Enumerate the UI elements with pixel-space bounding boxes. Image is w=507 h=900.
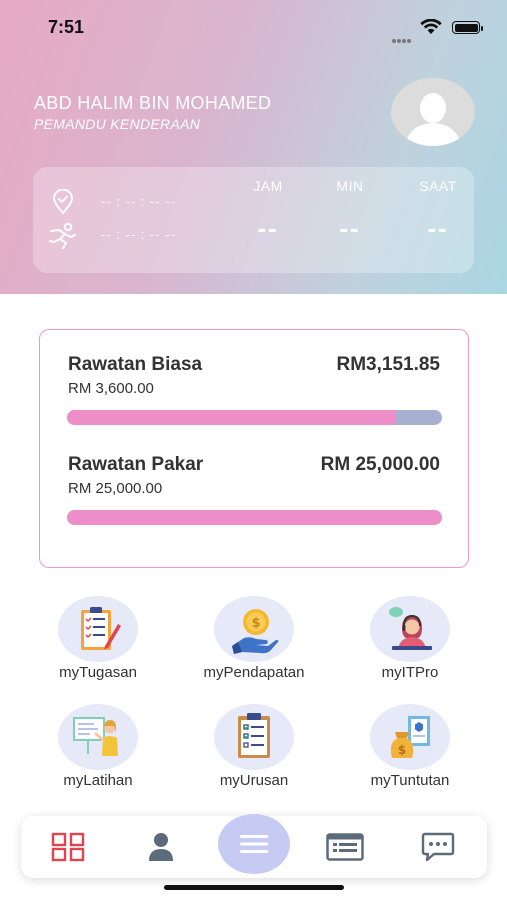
seconds-value: -- <box>427 213 449 243</box>
checklist-icon <box>214 704 294 770</box>
coverage-progress-bar <box>67 510 442 525</box>
app-label: myUrusan <box>219 772 289 789</box>
grid-icon <box>51 832 85 862</box>
coverage-title: Rawatan Biasa <box>68 354 203 375</box>
nav-profile[interactable] <box>121 816 201 878</box>
app-label: myLatihan <box>63 772 133 789</box>
status-time: 7:51 <box>48 17 85 37</box>
user-name: ABD HALIM BIN MOHAMED <box>34 93 272 113</box>
app-label: myPendapatan <box>203 664 305 681</box>
coverage-balance: RM3,151.85 <box>336 354 440 375</box>
svg-text:$: $ <box>251 616 260 631</box>
user-icon <box>149 833 173 861</box>
avatar[interactable] <box>391 78 475 146</box>
minutes-label: MIN <box>336 178 364 194</box>
app-mypendapatan[interactable]: $ myPendapatan <box>184 596 324 692</box>
nav-menu[interactable] <box>218 814 290 874</box>
coverage-balance: RM 25,000.00 <box>320 454 440 475</box>
app-label: myITPro <box>381 664 439 681</box>
app-mytugasan[interactable]: myTugasan <box>28 596 168 692</box>
running-person-icon <box>49 222 76 249</box>
coverage-limit: RM 25,000.00 <box>68 480 163 497</box>
hours-label: JAM <box>253 178 283 194</box>
app-myurusan[interactable]: myUrusan <box>184 704 324 800</box>
nav-records[interactable] <box>306 816 386 878</box>
status-bar: 7:51 <box>0 0 507 54</box>
seconds-label: SAAT <box>419 178 457 194</box>
attendance-card: -- : -- : -- -- -- : -- : -- -- JAM MIN … <box>33 167 474 273</box>
location-check-icon <box>52 189 74 215</box>
home-indicator <box>164 885 344 890</box>
coin-hand-icon: $ <box>214 596 294 662</box>
app-label: myTugasan <box>59 664 137 681</box>
app-myitpro[interactable]: myITPro <box>340 596 480 692</box>
medical-coverage-card[interactable]: Rawatan Biasa RM3,151.85 RM 3,600.00 Raw… <box>39 329 469 568</box>
check-in-time: -- : -- : -- -- <box>101 194 176 209</box>
app-label: myTuntutan <box>370 772 450 789</box>
check-out-time: -- : -- : -- -- <box>101 227 176 242</box>
wifi-icon <box>420 19 442 34</box>
hours-value: -- <box>257 213 279 243</box>
minutes-value: -- <box>339 213 361 243</box>
svg-text:$: $ <box>398 743 406 757</box>
profile-header: 7:51 ABD HALIM BIN MOHAMED PEMANDU KENDE… <box>0 0 507 294</box>
money-bag-document-icon: $ <box>370 704 450 770</box>
bottom-navigation <box>21 814 487 878</box>
menu-icon <box>240 835 268 853</box>
support-agent-icon <box>370 596 450 662</box>
chat-icon <box>421 832 455 862</box>
battery-icon <box>452 21 483 34</box>
app-mytuntutan[interactable]: $ myTuntutan <box>340 704 480 800</box>
coverage-limit: RM 3,600.00 <box>68 380 154 397</box>
cellular-signal-icon <box>392 30 414 43</box>
coverage-progress-bar <box>67 410 442 425</box>
nav-messages[interactable] <box>399 816 479 878</box>
default-avatar-icon <box>405 93 461 146</box>
coverage-progress-fill <box>67 510 442 525</box>
user-role: PEMANDU KENDERAAN <box>34 116 201 132</box>
nav-dashboard[interactable] <box>29 816 109 878</box>
clipboard-checklist-icon <box>58 596 138 662</box>
training-board-icon <box>58 704 138 770</box>
coverage-title: Rawatan Pakar <box>68 454 204 475</box>
coverage-progress-fill <box>67 410 396 425</box>
app-mylatihan[interactable]: myLatihan <box>28 704 168 800</box>
list-card-icon <box>326 833 364 861</box>
